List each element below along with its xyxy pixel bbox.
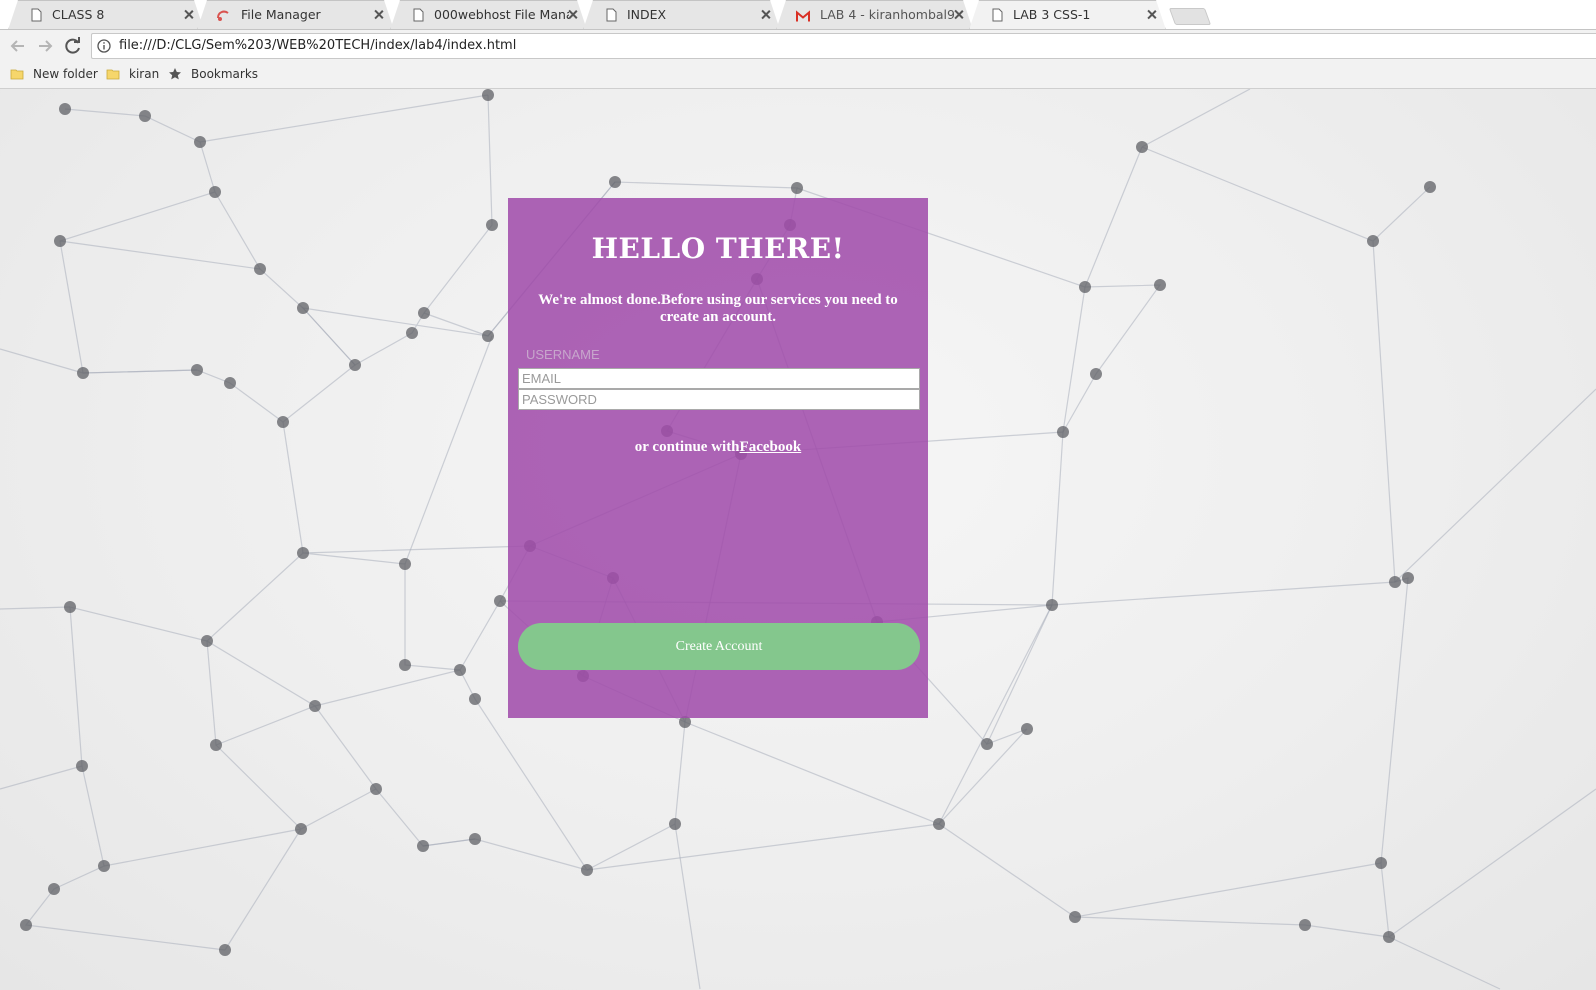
back-icon[interactable] [8, 36, 28, 56]
page-content: HELLO THERE! We're almost done.Before us… [0, 89, 1596, 990]
close-icon[interactable] [1145, 8, 1159, 22]
folder-icon [106, 69, 120, 80]
continue-text: or continue with [634, 439, 740, 455]
facebook-link[interactable]: Facebook [740, 439, 802, 455]
tab-label: LAB 4 - kiranhombal98@ [820, 7, 955, 22]
tab-label: INDEX [627, 7, 667, 22]
bookmarks-bar: New folder kiran Bookmarks [0, 62, 1596, 89]
tab-label: LAB 3 CSS-1 [1013, 7, 1091, 22]
page-title: HELLO THERE! [591, 232, 845, 265]
email-field[interactable]: EMAIL [518, 368, 920, 389]
close-icon[interactable] [952, 8, 966, 22]
filemanager-icon [217, 10, 229, 21]
address-bar[interactable]: file:///D:/CLG/Sem%203/WEB%20TECH/index/… [91, 33, 1596, 59]
new-tab-button[interactable] [1168, 8, 1212, 25]
bookmark-label: Bookmarks [191, 67, 259, 81]
gmail-icon [796, 10, 810, 22]
reload-icon[interactable] [63, 36, 83, 56]
bookmark-label: kiran [129, 67, 160, 81]
close-icon[interactable] [372, 8, 386, 22]
star-icon [169, 68, 181, 80]
create-account-button[interactable]: Create Account [518, 623, 920, 670]
page-icon [31, 8, 42, 22]
tab-label: 000webhost File Manage [434, 7, 569, 22]
tab-label: CLASS 8 [52, 7, 105, 22]
password-field[interactable]: PASSWORD [518, 389, 920, 410]
tab-file-manager[interactable]: File Manager [197, 0, 394, 30]
bookmark-bookmarks[interactable]: Bookmarks [168, 62, 258, 88]
bookmark-new-folder[interactable]: New folder [10, 62, 98, 88]
page-icon [413, 8, 424, 22]
tab-lab-3-css-1[interactable]: LAB 3 CSS-1 [969, 0, 1166, 30]
close-icon[interactable] [566, 8, 580, 22]
close-icon[interactable] [759, 8, 773, 22]
tab-index[interactable]: INDEX [583, 0, 780, 30]
tab-strip: CLASS 8 File Manager 000webhost File Man… [0, 0, 1596, 30]
tab-lab-4-gmail[interactable]: LAB 4 - kiranhombal98@ [776, 0, 973, 30]
folder-icon [10, 69, 24, 80]
bookmark-label: New folder [33, 67, 98, 81]
close-icon[interactable] [182, 8, 196, 22]
continue-line: or continue withFacebook [508, 439, 928, 456]
tab-000webhost[interactable]: 000webhost File Manage [390, 0, 587, 30]
signup-card: HELLO THERE! We're almost done.Before us… [508, 198, 928, 718]
subtitle-text: We're almost done.Before using our servi… [538, 292, 898, 325]
tab-class-8[interactable]: CLASS 8 [8, 0, 204, 30]
page-icon [992, 8, 1003, 22]
url-text[interactable]: file:///D:/CLG/Sem%203/WEB%20TECH/index/… [119, 34, 516, 58]
username-field[interactable]: USERNAME [523, 345, 925, 366]
forward-icon[interactable] [35, 36, 55, 56]
page-icon [606, 8, 617, 22]
info-icon[interactable] [97, 39, 111, 53]
tab-label: File Manager [241, 7, 321, 22]
toolbar: file:///D:/CLG/Sem%203/WEB%20TECH/index/… [0, 30, 1596, 62]
bookmark-kiran[interactable]: kiran [106, 62, 159, 88]
